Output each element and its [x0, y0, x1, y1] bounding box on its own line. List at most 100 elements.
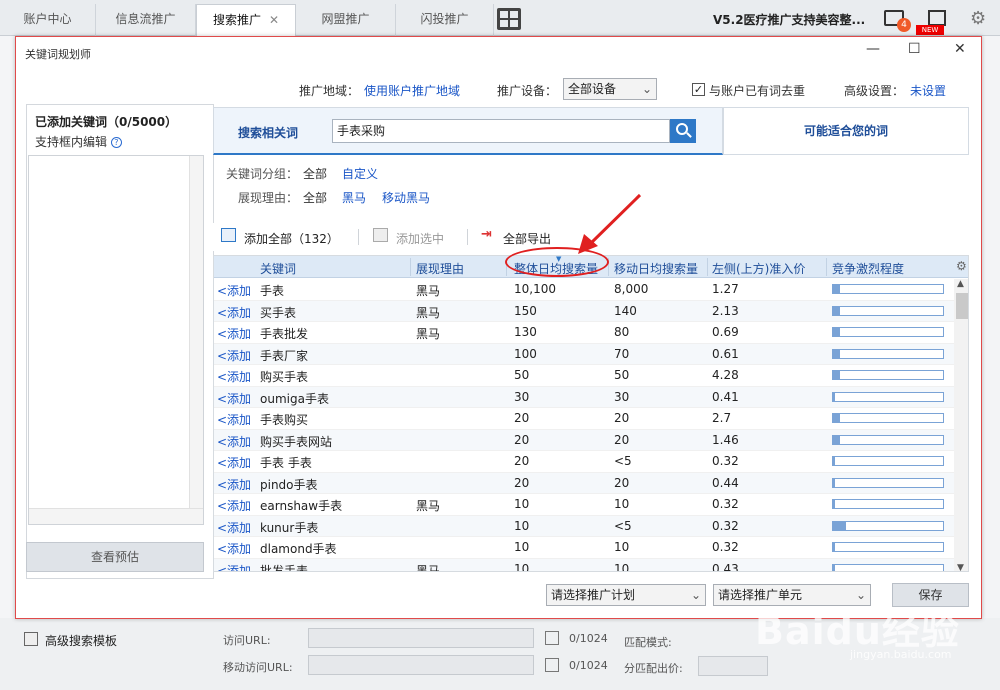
cell-keyword: 购买手表网站	[260, 434, 333, 449]
group-filter-custom[interactable]: 自定义	[342, 165, 378, 182]
cell-mobile-search: 50	[614, 368, 630, 382]
cell-price: 2.7	[712, 411, 732, 425]
horizontal-scrollbar[interactable]	[29, 508, 203, 524]
grid-menu-icon[interactable]	[497, 8, 521, 30]
add-keyword-link[interactable]: <添加	[217, 411, 251, 428]
table-row: <添加 手表厂家 100 70 0.61	[214, 343, 954, 365]
competition-bar	[832, 305, 944, 316]
tab-suggested-words[interactable]: 可能适合您的词	[723, 107, 969, 155]
cell-mobile-search: 140	[614, 303, 637, 318]
cell-price: 2.13	[712, 303, 739, 318]
search-button[interactable]	[670, 119, 696, 143]
export-icon: ⇥	[481, 227, 492, 242]
plan-select[interactable]: 请选择推广计划 ⌄	[546, 584, 706, 606]
table-row: <添加 购买手表 50 50 4.28	[214, 365, 954, 387]
watermark-url: jingyan.baidu.com	[850, 648, 952, 661]
add-keyword-link[interactable]: <添加	[217, 304, 251, 321]
tab-label: 信息流推广	[115, 12, 176, 26]
cell-mobile-search: <5	[614, 518, 632, 533]
competition-bar-fill	[833, 306, 840, 315]
add-keyword-link[interactable]: <添加	[217, 390, 251, 407]
add-keyword-link[interactable]: <添加	[217, 368, 251, 385]
tab-search-promotion[interactable]: 搜索推广 ✕	[196, 4, 296, 37]
mobile-url-input[interactable]	[308, 655, 534, 675]
edit-icon[interactable]	[928, 10, 946, 26]
reason-filter-label: 展现理由：	[238, 191, 299, 205]
add-keyword-link[interactable]: <添加	[217, 282, 251, 299]
cell-mobile-search: 20	[614, 475, 630, 490]
visit-url-input[interactable]	[308, 628, 534, 648]
col-keyword[interactable]: 关键词	[260, 260, 296, 277]
maximize-icon[interactable]: ☐	[908, 41, 921, 57]
match-bid-input[interactable]	[698, 656, 768, 676]
match-mode-label: 匹配模式:	[624, 636, 672, 649]
cell-overall-search: 10	[514, 497, 530, 511]
cell-price: 1.46	[712, 432, 739, 447]
reason-filter-dark-horse[interactable]: 黑马	[342, 189, 366, 206]
table-row: <添加 手表 手表 20 <5 0.32	[214, 451, 954, 473]
top-tab-bar: 账户中心 信息流推广 搜索推广 ✕ 网盟推广 闪投推广 V5.2医疗推广支持美容整…	[0, 0, 1000, 37]
tab-close-icon[interactable]: ✕	[269, 13, 279, 27]
added-keywords-panel: 已添加关键词（0/5000） 支持框内编辑 ?	[26, 104, 214, 579]
advanced-settings-link[interactable]: 未设置	[910, 82, 946, 99]
tab-flash-promotion[interactable]: 闪投推广	[396, 4, 494, 36]
cell-mobile-search: 8,000	[614, 282, 649, 296]
cell-price: 0.44	[712, 475, 739, 490]
group-filter-all[interactable]: 全部	[303, 165, 327, 182]
add-keyword-link[interactable]: <添加	[217, 433, 251, 450]
cell-overall-search: 10,100	[514, 282, 556, 296]
tab-network-promotion[interactable]: 网盟推广	[296, 4, 396, 36]
cell-overall-search: 10	[514, 561, 530, 572]
dedupe-checkbox[interactable]: ✓	[692, 83, 705, 96]
cell-overall-search: 150	[514, 303, 537, 318]
preview-estimate-button[interactable]: 查看预估	[26, 542, 204, 572]
cell-keyword: 手表批发	[260, 327, 309, 341]
message-count-badge: 4	[897, 18, 911, 32]
add-keyword-link[interactable]: <添加	[217, 347, 251, 364]
scroll-up-icon[interactable]: ▲	[957, 279, 964, 289]
cell-mobile-search: <5	[614, 454, 632, 468]
add-selected-button[interactable]: 添加选中	[396, 230, 444, 247]
add-keyword-link[interactable]: <添加	[217, 325, 251, 342]
add-all-button[interactable]: 添加全部（132）	[244, 230, 339, 247]
tab-feed-promotion[interactable]: 信息流推广	[96, 4, 196, 36]
device-select[interactable]: 全部设备 ⌄	[563, 78, 657, 100]
add-keyword-link[interactable]: <添加	[217, 562, 251, 572]
reason-filter-all[interactable]: 全部	[303, 189, 327, 206]
col-mobile-daily-search[interactable]: 移动日均搜索量	[614, 260, 698, 277]
region-link[interactable]: 使用账户推广地域	[364, 82, 460, 99]
open-link-icon[interactable]	[545, 658, 559, 672]
minimize-icon[interactable]: —	[866, 41, 880, 57]
reason-filter-mobile-dark-horse[interactable]: 移动黑马	[382, 189, 430, 206]
add-keyword-link[interactable]: <添加	[217, 454, 251, 471]
open-link-icon[interactable]	[545, 631, 559, 645]
add-keyword-link[interactable]: <添加	[217, 476, 251, 493]
added-keywords-textarea[interactable]	[28, 155, 204, 525]
competition-bar-fill	[833, 564, 836, 571]
close-icon[interactable]: ✕	[954, 41, 966, 57]
help-icon[interactable]: ?	[110, 137, 122, 148]
export-all-button[interactable]: 全部导出	[503, 230, 551, 247]
tab-account-center[interactable]: 账户中心	[0, 4, 96, 36]
scroll-thumb[interactable]	[956, 293, 968, 319]
competition-bar	[832, 348, 944, 359]
cell-reason: 黑马	[416, 305, 441, 320]
tab-search-related[interactable]: 搜索相关词 手表采购	[213, 107, 723, 155]
scroll-down-icon[interactable]: ▼	[957, 563, 964, 571]
settings-gear-icon[interactable]: ⚙	[970, 8, 986, 29]
vertical-scrollbar[interactable]	[189, 156, 203, 508]
advanced-search-template-link[interactable]: 高级搜索模板	[45, 632, 117, 649]
col-reason[interactable]: 展现理由	[416, 260, 464, 277]
add-keyword-link[interactable]: <添加	[217, 540, 251, 557]
col-left-top-price[interactable]: 左侧(上方)准入价	[712, 260, 805, 277]
add-keyword-link[interactable]: <添加	[217, 497, 251, 514]
add-keyword-link[interactable]: <添加	[217, 519, 251, 536]
competition-bar	[832, 327, 944, 337]
competition-bar	[832, 284, 944, 294]
search-input[interactable]: 手表采购	[332, 119, 670, 143]
competition-bar-fill	[833, 500, 836, 508]
col-competition[interactable]: 竞争激烈程度	[832, 260, 904, 277]
table-settings-gear-icon[interactable]: ⚙	[956, 259, 967, 273]
cell-keyword: earnshaw手表	[260, 499, 343, 513]
table-vertical-scrollbar[interactable]: ▲ ▼	[954, 279, 968, 571]
